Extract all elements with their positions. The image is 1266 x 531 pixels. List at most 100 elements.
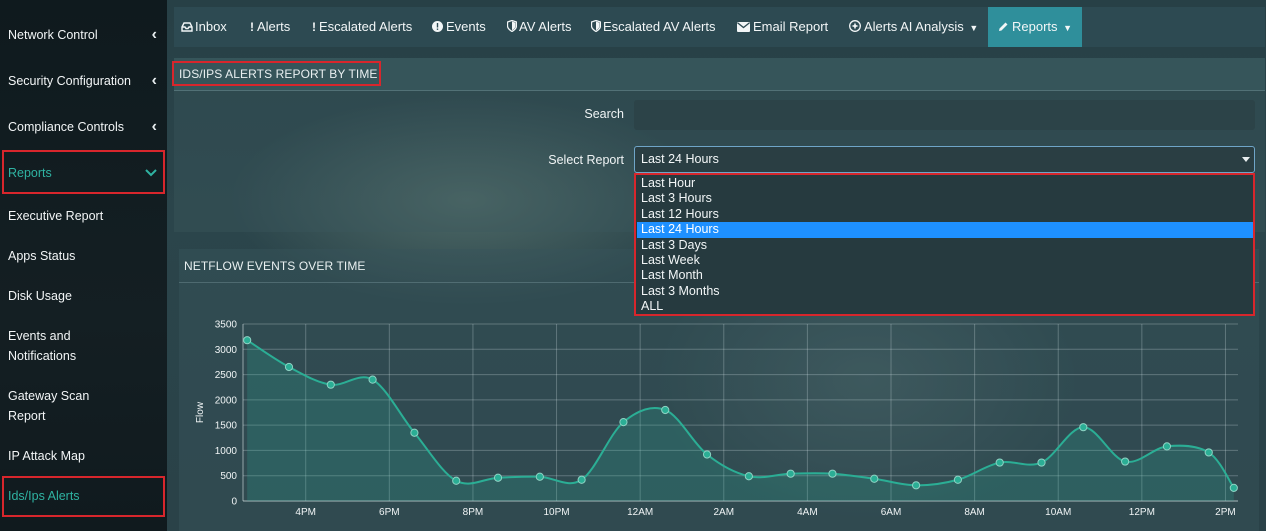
option-all[interactable]: ALL xyxy=(637,299,1253,314)
chevron-left-icon: ‹ xyxy=(151,72,157,89)
ai-icon xyxy=(849,20,861,32)
nav-label: Escalated AV Alerts xyxy=(603,19,716,34)
sidebar-item-ip-attack-map[interactable]: IP Attack Map xyxy=(0,446,167,466)
x-tick-label: 12AM xyxy=(627,507,653,518)
sidebar: Network Control ‹ Security Configuration… xyxy=(0,0,167,531)
caret-down-icon: ▼ xyxy=(1063,23,1073,33)
series-area xyxy=(247,340,1234,501)
nav-tab-email-report[interactable]: Email Report xyxy=(737,7,828,47)
option-last-month[interactable]: Last Month xyxy=(637,268,1253,283)
report-panel-title: IDS/IPS ALERTS REPORT BY TIME xyxy=(179,67,378,81)
nav-label: Email Report xyxy=(753,19,829,34)
data-point xyxy=(326,380,335,389)
x-tick-label: 2PM xyxy=(1215,507,1236,518)
x-tick-label: 4AM xyxy=(797,507,818,518)
sidebar-item-events-notifications[interactable]: Events and Notifications xyxy=(0,326,100,366)
data-point xyxy=(493,473,503,482)
sidebar-item-label: Network Control xyxy=(8,28,98,42)
option-last-3-days[interactable]: Last 3 Days xyxy=(637,238,1253,253)
x-tick-label: 10AM xyxy=(1045,507,1071,518)
data-point xyxy=(1229,483,1238,492)
data-point xyxy=(870,474,879,483)
nav-tab-alerts[interactable]: ! Alerts xyxy=(250,7,290,47)
sidebar-item-label: Compliance Controls xyxy=(8,120,125,134)
exclamation-icon: ! xyxy=(312,20,316,34)
nav-label: AV Alerts xyxy=(519,19,572,34)
sidebar-item-label: Reports xyxy=(8,166,52,180)
sidebar-item-ids-ips-alerts[interactable]: Ids/Ips Alerts xyxy=(0,486,167,506)
data-point xyxy=(995,458,1004,467)
shield-icon xyxy=(590,19,602,33)
select-report-options: Last Hour Last 3 Hours Last 12 Hours Las… xyxy=(635,174,1255,315)
nav-label: Reports xyxy=(1012,19,1058,34)
x-tick-label: 12PM xyxy=(1129,507,1155,518)
top-navigation: Inbox ! Alerts ! Escalated Alerts Events A… xyxy=(174,7,1265,47)
data-point xyxy=(535,472,544,481)
nav-tab-escalated-av-alerts[interactable]: Escalated AV Alerts xyxy=(590,7,716,47)
sidebar-item-disk-usage[interactable]: Disk Usage xyxy=(0,286,167,306)
data-point xyxy=(243,336,252,345)
sidebar-item-network-control[interactable]: Network Control ‹ xyxy=(0,25,167,45)
nav-tab-alerts-ai-analysis[interactable]: Alerts AI Analysis ▼ xyxy=(849,7,978,47)
netflow-chart: 0 500 1000 1500 2000 2500 3000 3500 4PM 6PM 8PM 10P… xyxy=(195,320,1238,518)
y-tick-label: 2000 xyxy=(215,395,238,406)
data-point xyxy=(786,469,795,478)
sidebar-item-gateway-scan-report[interactable]: Gateway Scan Report xyxy=(0,386,100,426)
selected-value: Last 24 Hours xyxy=(641,152,719,166)
exclamation-icon: ! xyxy=(250,20,254,34)
option-last-3-months[interactable]: Last 3 Months xyxy=(637,284,1253,299)
x-tick-label: 10PM xyxy=(543,507,569,518)
data-point xyxy=(1079,423,1088,432)
chevron-left-icon: ‹ xyxy=(151,26,157,43)
y-tick-label: 3000 xyxy=(215,345,238,356)
data-point xyxy=(911,481,921,490)
data-point xyxy=(744,472,753,481)
nav-tab-events[interactable]: Events xyxy=(432,7,486,47)
sidebar-item-executive-report[interactable]: Executive Report xyxy=(0,206,167,226)
data-point xyxy=(284,362,294,372)
x-tick-label: 2AM xyxy=(713,507,734,518)
option-last-12-hours[interactable]: Last 12 Hours xyxy=(637,207,1253,222)
sidebar-item-label: Security Configuration xyxy=(8,74,131,88)
search-label: Search xyxy=(584,107,624,121)
nav-tab-av-alerts[interactable]: AV Alerts xyxy=(506,7,572,47)
data-point xyxy=(661,405,670,415)
sidebar-item-apps-status[interactable]: Apps Status xyxy=(0,246,167,266)
select-report-label: Select Report xyxy=(548,153,624,167)
sidebar-item-reports[interactable]: Reports xyxy=(0,163,167,183)
caret-down-icon: ▼ xyxy=(969,23,979,33)
chevron-down-icon xyxy=(145,169,157,177)
nav-label: Alerts AI Analysis xyxy=(864,19,964,34)
x-tick-label: 8PM xyxy=(463,507,484,518)
pencil-icon xyxy=(999,22,1008,31)
x-tick-label: 6AM xyxy=(881,507,902,518)
sidebar-item-label: IP Attack Map xyxy=(8,449,85,463)
y-tick-label: 0 xyxy=(231,497,237,508)
nav-label: Alerts xyxy=(257,19,291,34)
search-input[interactable] xyxy=(634,100,1255,130)
option-last-24-hours[interactable]: Last 24 Hours xyxy=(637,222,1253,238)
select-report-dropdown[interactable]: Last 24 Hours xyxy=(634,146,1255,173)
nav-tab-inbox[interactable]: Inbox xyxy=(181,7,227,47)
y-tick-label: 1500 xyxy=(215,421,238,432)
data-point xyxy=(953,475,962,484)
sidebar-item-compliance-controls[interactable]: Compliance Controls ‹ xyxy=(0,117,167,137)
data-point xyxy=(828,469,837,478)
x-tick-label: 4PM xyxy=(295,507,316,518)
option-last-hour[interactable]: Last Hour xyxy=(637,176,1253,191)
chevron-left-icon: ‹ xyxy=(151,118,157,135)
nav-tab-escalated-alerts[interactable]: ! Escalated Alerts xyxy=(312,7,412,47)
y-tick-label: 500 xyxy=(220,471,237,482)
caret-down-icon xyxy=(1242,157,1250,162)
inbox-icon xyxy=(181,22,193,32)
sidebar-item-label: Executive Report xyxy=(8,209,104,223)
sidebar-item-security-configuration[interactable]: Security Configuration ‹ xyxy=(0,71,167,91)
option-last-week[interactable]: Last Week xyxy=(637,253,1253,268)
sidebar-item-label: Events and Notifications xyxy=(8,329,77,363)
y-tick-label: 2500 xyxy=(215,370,238,381)
sidebar-item-label: Apps Status xyxy=(8,249,76,263)
y-tick-label: 3500 xyxy=(215,320,238,331)
nav-label: Escalated Alerts xyxy=(319,19,413,34)
nav-tab-reports[interactable]: Reports ▼ xyxy=(988,7,1083,47)
option-last-3-hours[interactable]: Last 3 Hours xyxy=(637,191,1253,206)
